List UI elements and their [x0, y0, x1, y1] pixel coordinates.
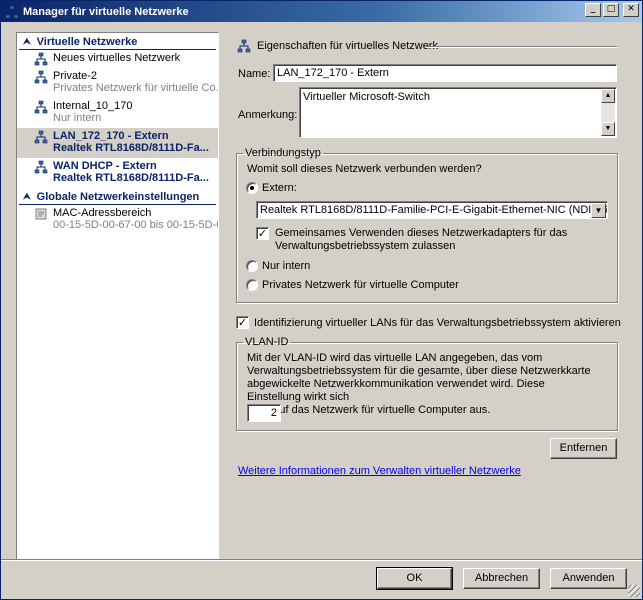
tree-item-label: Private-2 — [53, 70, 98, 82]
tree-item-label: WAN DHCP - Extern — [53, 160, 157, 172]
vlan-description-line-2: Verwaltungsbetriebssystem für die gesamt… — [247, 365, 591, 377]
network-icon — [34, 100, 48, 114]
more-info-link[interactable]: Weitere Informationen zum Verwalten virt… — [238, 465, 521, 477]
connection-question: Womit soll dieses Netzwerk verbunden wer… — [247, 163, 482, 175]
share-adapter-label[interactable]: Gemeinsames Verwenden dieses Netzwerkada… — [275, 227, 567, 253]
section-header-virtual-networks[interactable]: ⮝ Virtuelle Netzwerke — [19, 34, 216, 50]
network-icon — [34, 70, 48, 84]
vlan-enable-label[interactable]: Identifizierung virtueller LANs für das … — [254, 317, 621, 329]
tree-item-wan-dhcp[interactable]: WAN DHCP - Extern Realtek RTL8168D/8111D… — [17, 158, 218, 188]
note-text: Virtueller Microsoft-Switch — [303, 91, 430, 103]
new-network-icon — [34, 52, 48, 66]
share-adapter-label-line-1: Gemeinsames Verwenden dieses Netzwerkada… — [275, 227, 568, 239]
properties-group-title: Eigenschaften für virtuelles Netzwerk — [237, 39, 438, 53]
virtual-network-manager-window: Manager für virtuelle Netzwerke _ □ ✕ ⮝ … — [0, 0, 643, 600]
network-icon — [34, 160, 48, 174]
name-label: Name: — [238, 68, 271, 80]
internal-only-radio[interactable] — [246, 260, 258, 272]
share-adapter-label-line-2: Verwaltungsbetriebssystem zulassen — [275, 240, 456, 252]
vlan-description-line-3: abgewickelte Netzwerkkommunikation verwe… — [247, 378, 545, 403]
properties-title: Eigenschaften für virtuelles Netzwerk — [257, 40, 438, 52]
tree-item-new-network[interactable]: Neues virtuelles Netzwerk — [17, 50, 218, 68]
tree-item-label: MAC-Adressbereich — [53, 207, 152, 219]
private-network-label[interactable]: Privates Netzwerk für virtuelle Computer — [262, 279, 459, 291]
network-manager-icon — [5, 5, 19, 19]
network-icon — [34, 130, 48, 144]
vlan-id-legend: VLAN-ID — [245, 336, 289, 348]
connection-type-legend: Verbindungstyp — [245, 147, 321, 159]
mac-address-icon — [35, 208, 47, 220]
network-tree[interactable]: ⮝ Virtuelle Netzwerke Neues virtuelles N… — [16, 32, 219, 560]
footer-divider — [1, 559, 642, 561]
resize-grip-icon[interactable] — [628, 585, 640, 597]
tree-item-sublabel: Realtek RTL8168D/8111D-Fa... — [53, 142, 209, 154]
vlan-id-input[interactable]: 2 — [247, 404, 281, 422]
note-scrollbar[interactable]: ▲ ▼ — [601, 89, 615, 136]
section-title: Globale Netzwerkeinstellungen — [36, 190, 200, 203]
tree-item-internal-10-170[interactable]: Internal_10_170 Nur intern — [17, 98, 218, 128]
tree-item-sublabel: 00-15-5D-00-67-00 bis 00-15-5D-0... — [53, 219, 218, 231]
tree-item-sublabel: Privates Netzwerk für virtuelle Co... — [53, 82, 218, 94]
collapse-chevron-icon[interactable]: ⮝ — [23, 191, 31, 202]
tree-item-mac-range[interactable]: MAC-Adressbereich 00-15-5D-00-67-00 bis … — [17, 205, 218, 235]
close-button[interactable]: ✕ — [623, 3, 639, 17]
name-input[interactable]: LAN_172_170 - Extern — [273, 64, 617, 82]
vlan-description: Mit der VLAN-ID wird das virtuelle LAN a… — [247, 352, 597, 417]
external-radio[interactable] — [246, 182, 258, 194]
note-textarea[interactable]: Virtueller Microsoft-Switch ▲ ▼ — [299, 87, 617, 138]
window-title: Manager für virtuelle Netzwerke — [23, 5, 189, 18]
title-bar[interactable]: Manager für virtuelle Netzwerke _ □ ✕ — [1, 1, 642, 22]
network-icon — [237, 39, 251, 53]
scroll-down-icon[interactable]: ▼ — [601, 122, 615, 136]
vlan-description-line-4: nicht auf das Netzwerk für virtuelle Com… — [247, 404, 491, 416]
scroll-up-icon[interactable]: ▲ — [601, 89, 615, 103]
vlan-description-line-1: Mit der VLAN-ID wird das virtuelle LAN a… — [247, 352, 543, 364]
external-radio-label[interactable]: Extern: — [262, 182, 297, 194]
tree-item-label: Neues virtuelles Netzwerk — [53, 52, 181, 64]
collapse-chevron-icon[interactable]: ⮝ — [23, 36, 31, 47]
ok-button[interactable]: OK — [376, 567, 453, 590]
adapter-select-value: Realtek RTL8168D/8111D-Familie-PCI-E-Gig… — [260, 204, 608, 216]
tree-item-lan-172-170[interactable]: LAN_172_170 - Extern Realtek RTL8168D/81… — [17, 128, 218, 158]
chevron-down-icon[interactable]: ▼ — [591, 203, 606, 218]
title-divider — [426, 46, 617, 48]
share-adapter-checkbox[interactable]: ✓ — [256, 227, 269, 240]
tree-item-private-2[interactable]: Private-2 Privates Netzwerk für virtuell… — [17, 68, 218, 98]
remove-button[interactable]: Entfernen — [550, 438, 617, 459]
apply-button[interactable]: Anwenden — [550, 568, 627, 589]
internal-only-label[interactable]: Nur intern — [262, 260, 310, 272]
tree-item-sublabel: Realtek RTL8168D/8111D-Fa... — [53, 172, 209, 184]
tree-item-label: Internal_10_170 — [53, 100, 133, 112]
maximize-button[interactable]: □ — [603, 3, 619, 17]
tree-item-label: LAN_172_170 - Extern — [53, 130, 169, 142]
section-title: Virtuelle Netzwerke — [36, 35, 138, 48]
tree-item-sublabel: Nur intern — [53, 112, 102, 124]
note-label: Anmerkung: — [238, 109, 298, 121]
adapter-select[interactable]: Realtek RTL8168D/8111D-Familie-PCI-E-Gig… — [256, 201, 608, 219]
section-header-global-settings[interactable]: ⮝ Globale Netzwerkeinstellungen — [19, 189, 216, 205]
cancel-button[interactable]: Abbrechen — [463, 568, 540, 589]
vlan-enable-checkbox[interactable]: ✓ — [236, 316, 249, 329]
minimize-button[interactable]: _ — [585, 3, 601, 17]
private-network-radio[interactable] — [246, 279, 258, 291]
